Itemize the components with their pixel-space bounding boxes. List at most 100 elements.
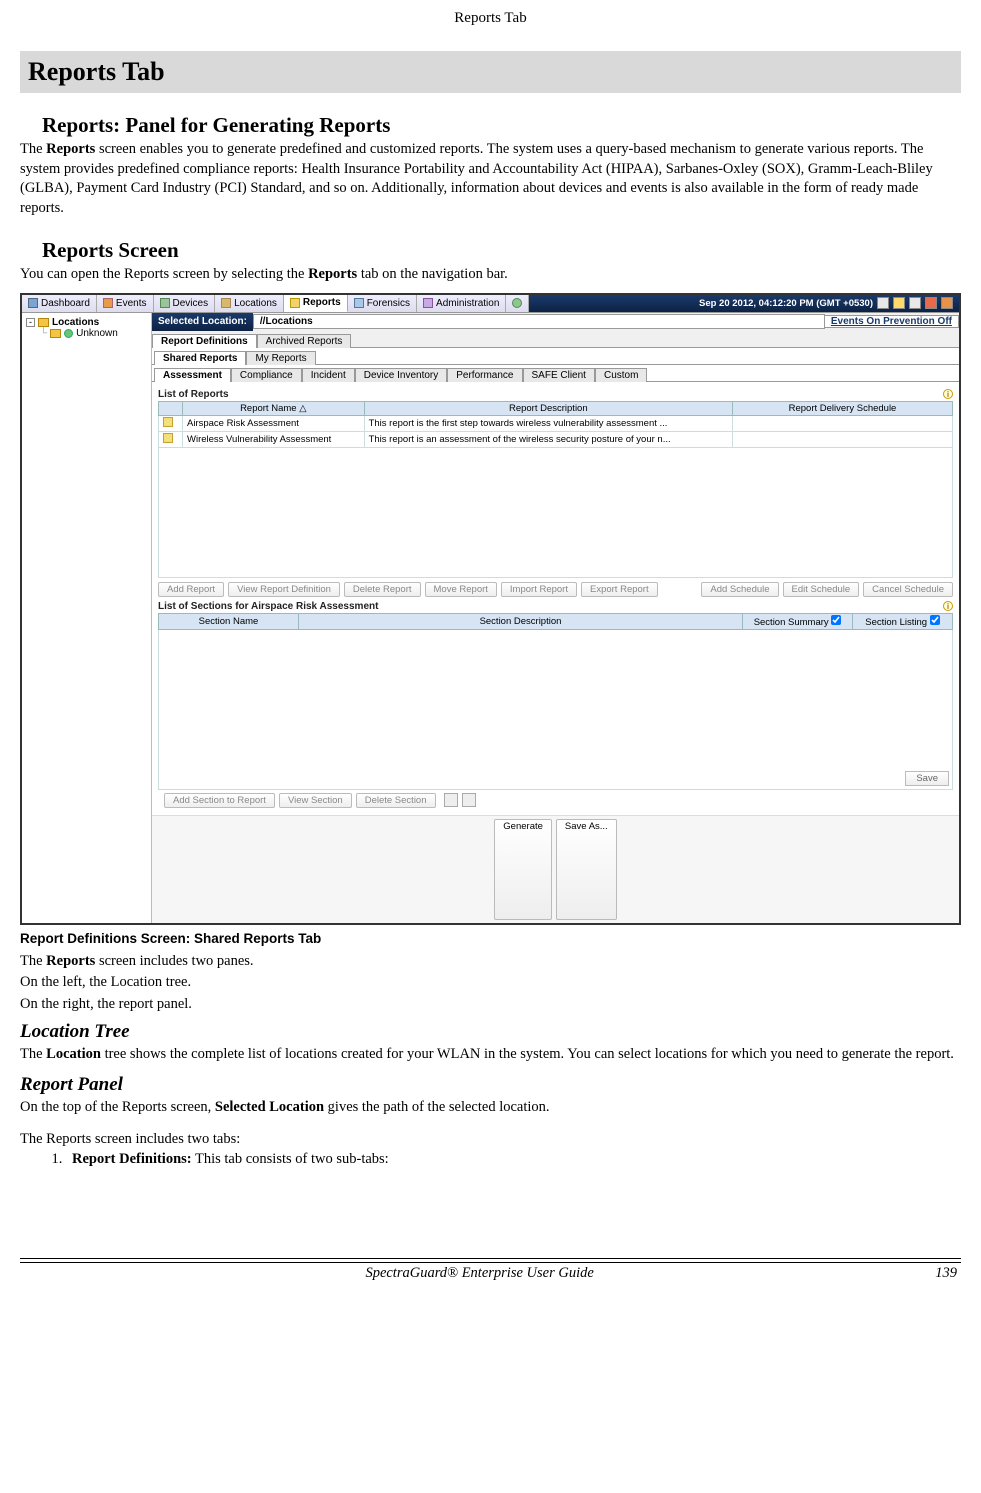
move-report-button[interactable]: Move Report [425,582,497,597]
col-section-description[interactable]: Section Description [299,613,743,629]
text: gives the path of the selected location. [324,1099,549,1115]
section-title-bar: Reports Tab [20,51,961,93]
nav-label: Administration [436,298,499,309]
page-footer: SpectraGuard® Enterprise User Guide 139 [20,1258,961,1282]
reports-icon [290,298,300,308]
selected-location-label: Selected Location: [152,313,253,331]
info-icon[interactable]: i [943,601,953,611]
export-icon[interactable] [444,793,458,807]
save-as-button[interactable]: Save As... [556,819,617,920]
export-report-button[interactable]: Export Report [581,582,658,597]
help-icon[interactable] [893,297,905,309]
forensics-icon [354,298,364,308]
col-section-listing[interactable]: Section Listing [853,613,953,629]
tree-child-node[interactable]: └ Unknown [40,328,147,339]
text: tree shows the complete list of location… [101,1046,954,1062]
list-title: List of Reports [158,389,229,400]
col-section-name[interactable]: Section Name [159,613,299,629]
text-bold: Reports [308,266,357,282]
nav-timestamp: Sep 20 2012, 04:12:20 PM (GMT +0530) [699,298,873,309]
toolbar-icon[interactable] [909,297,921,309]
refresh-icon [512,298,522,308]
tabs-level4: Assessment Compliance Incident Device In… [152,365,959,381]
events-prevention-status[interactable]: Events On Prevention Off [825,315,959,328]
toolbar-icon[interactable] [877,297,889,309]
tree-connector: └ [40,328,47,339]
app-nav-bar: Dashboard Events Devices Locations Repor… [22,295,959,313]
tab-archived-reports[interactable]: Archived Reports [257,334,352,348]
text-bold: Reports [46,141,95,157]
heading-report-panel: Report Panel [20,1074,961,1096]
nav-tab-events[interactable]: Events [97,295,154,312]
nav-tab-reports[interactable]: Reports [284,295,348,312]
edit-schedule-button[interactable]: Edit Schedule [783,582,860,597]
minus-icon[interactable]: - [26,318,35,327]
text: screen enables you to generate predefine… [20,141,933,216]
cancel-schedule-button[interactable]: Cancel Schedule [863,582,953,597]
tab-performance[interactable]: Performance [447,368,522,382]
add-report-button[interactable]: Add Report [158,582,224,597]
tab-assessment[interactable]: Assessment [154,368,231,382]
sections-button-row: Add Section to Report View Section Delet… [158,790,953,811]
nav-tab-administration[interactable]: Administration [417,295,506,312]
col-report-schedule[interactable]: Report Delivery Schedule [733,401,953,415]
folder-icon [38,318,49,327]
section-summary-checkbox[interactable] [831,615,841,625]
tab-safe-client[interactable]: SAFE Client [523,368,595,382]
sections-title: List of Sections for Airspace Risk Asses… [158,601,378,612]
col-report-name[interactable]: Report Name △ [183,401,365,415]
bottom-action-bar: Generate Save As... [152,815,959,923]
list-of-sections-header: List of Sections for Airspace Risk Asses… [158,601,953,612]
text: tab on the navigation bar. [357,266,508,282]
col-report-description[interactable]: Report Description [364,401,732,415]
devices-icon [160,298,170,308]
add-section-button[interactable]: Add Section to Report [164,793,275,808]
col-icon [159,401,183,415]
tab-compliance[interactable]: Compliance [231,368,302,382]
delete-report-button[interactable]: Delete Report [344,582,421,597]
grid-empty-space [158,448,953,578]
list-of-reports-header: List of Reports i [158,389,953,400]
alert-icon[interactable] [925,297,937,309]
delete-section-button[interactable]: Delete Section [356,793,436,808]
view-report-definition-button[interactable]: View Report Definition [228,582,340,597]
import-icon[interactable] [462,793,476,807]
text: On the top of the Reports screen, [20,1099,215,1115]
cell-sched [733,415,953,431]
nav-tab-forensics[interactable]: Forensics [348,295,417,312]
info-icon[interactable]: i [943,389,953,399]
text-bold: Report Definitions: [72,1151,192,1167]
save-button[interactable]: Save [905,771,949,786]
section-listing-checkbox[interactable] [930,615,940,625]
tree-root-node[interactable]: - Locations [26,317,147,328]
tab-shared-reports[interactable]: Shared Reports [154,351,246,365]
generate-button[interactable]: Generate [494,819,552,920]
table-row[interactable]: Airspace Risk Assessment This report is … [159,415,953,431]
import-report-button[interactable]: Import Report [501,582,577,597]
numbered-list: Report Definitions: This tab consists of… [66,1151,961,1168]
nav-label: Locations [234,298,277,309]
nav-status: Sep 20 2012, 04:12:20 PM (GMT +0530) [693,295,959,312]
view-section-button[interactable]: View Section [279,793,352,808]
tab-incident[interactable]: Incident [302,368,355,382]
text: The [20,141,46,157]
tab-custom[interactable]: Custom [595,368,647,382]
screenshot-caption: Report Definitions Screen: Shared Report… [20,931,961,946]
locations-icon [221,298,231,308]
logout-icon[interactable] [941,297,953,309]
nav-tab-devices[interactable]: Devices [154,295,216,312]
paragraph: On the left, the Location tree. [20,973,961,993]
screenshot-reports-screen: Dashboard Events Devices Locations Repor… [20,293,961,925]
add-schedule-button[interactable]: Add Schedule [701,582,778,597]
tab-report-definitions[interactable]: Report Definitions [152,334,257,348]
nav-tab-refresh[interactable] [506,295,529,312]
heading-reports-panel: Reports: Panel for Generating Reports [42,113,961,138]
tab-my-reports[interactable]: My Reports [246,351,315,365]
nav-tab-dashboard[interactable]: Dashboard [22,295,97,312]
paragraph: The Reports screen includes two tabs: [20,1130,961,1150]
table-row[interactable]: Wireless Vulnerability Assessment This r… [159,431,953,447]
text: This tab consists of two sub-tabs: [192,1151,389,1167]
tab-device-inventory[interactable]: Device Inventory [355,368,447,382]
col-section-summary[interactable]: Section Summary [743,613,853,629]
nav-tab-locations[interactable]: Locations [215,295,284,312]
